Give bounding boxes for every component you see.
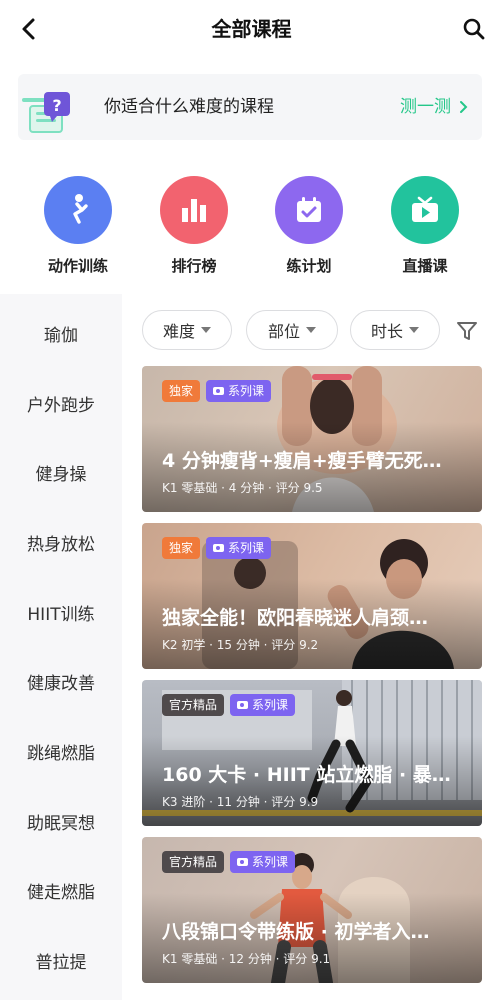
funnel-icon[interactable] [452,316,482,346]
series-badge: 系列课 [206,380,272,402]
series-badge: 系列课 [230,694,296,716]
video-icon [237,858,249,866]
official-badge: 官方精品 [162,851,225,873]
sidebar-item-hiit[interactable]: HIIT训练 [0,595,122,635]
test-now-link[interactable]: 测一测 [400,96,468,118]
sidebar-item-outdoor-running[interactable]: 户外跑步 [0,386,122,426]
test-now-label: 测一测 [400,97,451,117]
course-meta: K2 初学 · 15 分钟 · 评分 9.2 [162,638,319,652]
page-title: 全部课程 [211,17,292,41]
badge-row: 官方精品 系列课 [162,851,296,873]
bar-chart-icon [160,176,228,244]
sidebar-item-pilates[interactable]: 普拉提 [0,943,122,983]
chevron-right-icon [460,101,468,113]
body-part-filter[interactable]: 部位 [246,310,338,350]
course-card[interactable]: 官方精品 系列课 160 大卡 · HIIT 站立燃脂 · 暴… K3 进阶 ·… [142,680,482,826]
series-badge-label: 系列课 [228,541,265,555]
badge-row: 官方精品 系列课 [162,694,296,716]
course-card[interactable]: 官方精品 系列课 八段锦口令带练版 · 初学者入… K1 零基础 · 12 分钟… [142,837,482,983]
quick-label: 直播课 [402,257,448,275]
quick-action-training[interactable]: 动作训练 [28,176,128,276]
banner-text: 你适合什么难度的课程 [104,97,274,117]
sidebar-item-meditation[interactable]: 助眠冥想 [0,804,122,844]
video-icon [237,701,249,709]
video-icon [213,544,225,552]
duration-filter[interactable]: 时长 [350,310,440,350]
category-sidebar: 瑜伽 户外跑步 健身操 热身放松 HIIT训练 健康改善 跳绳燃脂 助眠冥想 健… [0,294,122,1000]
course-meta: K1 零基础 · 4 分钟 · 评分 9.5 [162,481,323,495]
svg-text:?: ? [52,96,61,115]
badge-row: 独家 系列课 [162,537,272,559]
course-meta: K3 进阶 · 11 分钟 · 评分 9.9 [162,795,319,809]
course-card[interactable]: 独家 系列课 4 分钟瘦背+瘦肩+瘦手臂无死… K1 零基础 · 4 分钟 · … [142,366,482,512]
sidebar-item-health[interactable]: 健康改善 [0,664,122,704]
official-badge: 官方精品 [162,694,225,716]
live-tv-icon [391,176,459,244]
caret-down-icon [201,327,211,333]
series-badge: 系列课 [230,851,296,873]
filter-label: 时长 [370,322,403,341]
difficulty-test-banner[interactable]: ? 你适合什么难度的课程 测一测 [18,74,482,140]
sidebar-item-walking[interactable]: 健走燃脂 [0,873,122,913]
exclusive-badge: 独家 [162,537,201,559]
exclusive-badge: 独家 [162,380,201,402]
quick-label: 排行榜 [171,257,217,275]
sidebar-item-warmup[interactable]: 热身放松 [0,525,122,565]
course-title: 160 大卡 · HIIT 站立燃脂 · 暴… [162,764,451,786]
course-title: 八段锦口令带练版 · 初学者入… [162,921,430,943]
series-badge-label: 系列课 [252,855,289,869]
filter-label: 难度 [162,322,195,341]
caret-down-icon [409,327,419,333]
series-badge-label: 系列课 [228,384,265,398]
course-meta: K1 零基础 · 12 分钟 · 评分 9.1 [162,952,331,966]
top-bar: 全部课程 [0,0,503,58]
difficulty-filter[interactable]: 难度 [142,310,232,350]
badge-row: 独家 系列课 [162,380,272,402]
quick-leaderboard[interactable]: 排行榜 [144,176,244,276]
squat-figure-icon [44,176,112,244]
search-icon[interactable] [459,14,489,44]
quick-label: 练计划 [286,257,332,275]
quick-label: 动作训练 [47,257,108,275]
filter-label: 部位 [267,322,300,341]
sidebar-item-yoga[interactable]: 瑜伽 [0,316,122,356]
sidebar-item-jump-rope[interactable]: 跳绳燃脂 [0,734,122,774]
series-badge-label: 系列课 [252,698,289,712]
course-card[interactable]: 独家 系列课 独家全能！欧阳春晓迷人肩颈… K2 初学 · 15 分钟 · 评分… [142,523,482,669]
course-title: 4 分钟瘦背+瘦肩+瘦手臂无死… [162,450,442,472]
video-icon [213,387,225,395]
course-title: 独家全能！欧阳春晓迷人肩颈… [162,607,429,629]
series-badge: 系列课 [206,537,272,559]
calendar-check-icon [275,176,343,244]
question-chat-icon: ? [20,90,90,140]
quick-live[interactable]: 直播课 [375,176,475,276]
sidebar-item-aerobics[interactable]: 健身操 [0,455,122,495]
quick-plan[interactable]: 练计划 [259,176,359,276]
quick-entry-row: 动作训练 排行榜 练计划 直播课 [0,176,503,280]
caret-down-icon [306,327,316,333]
